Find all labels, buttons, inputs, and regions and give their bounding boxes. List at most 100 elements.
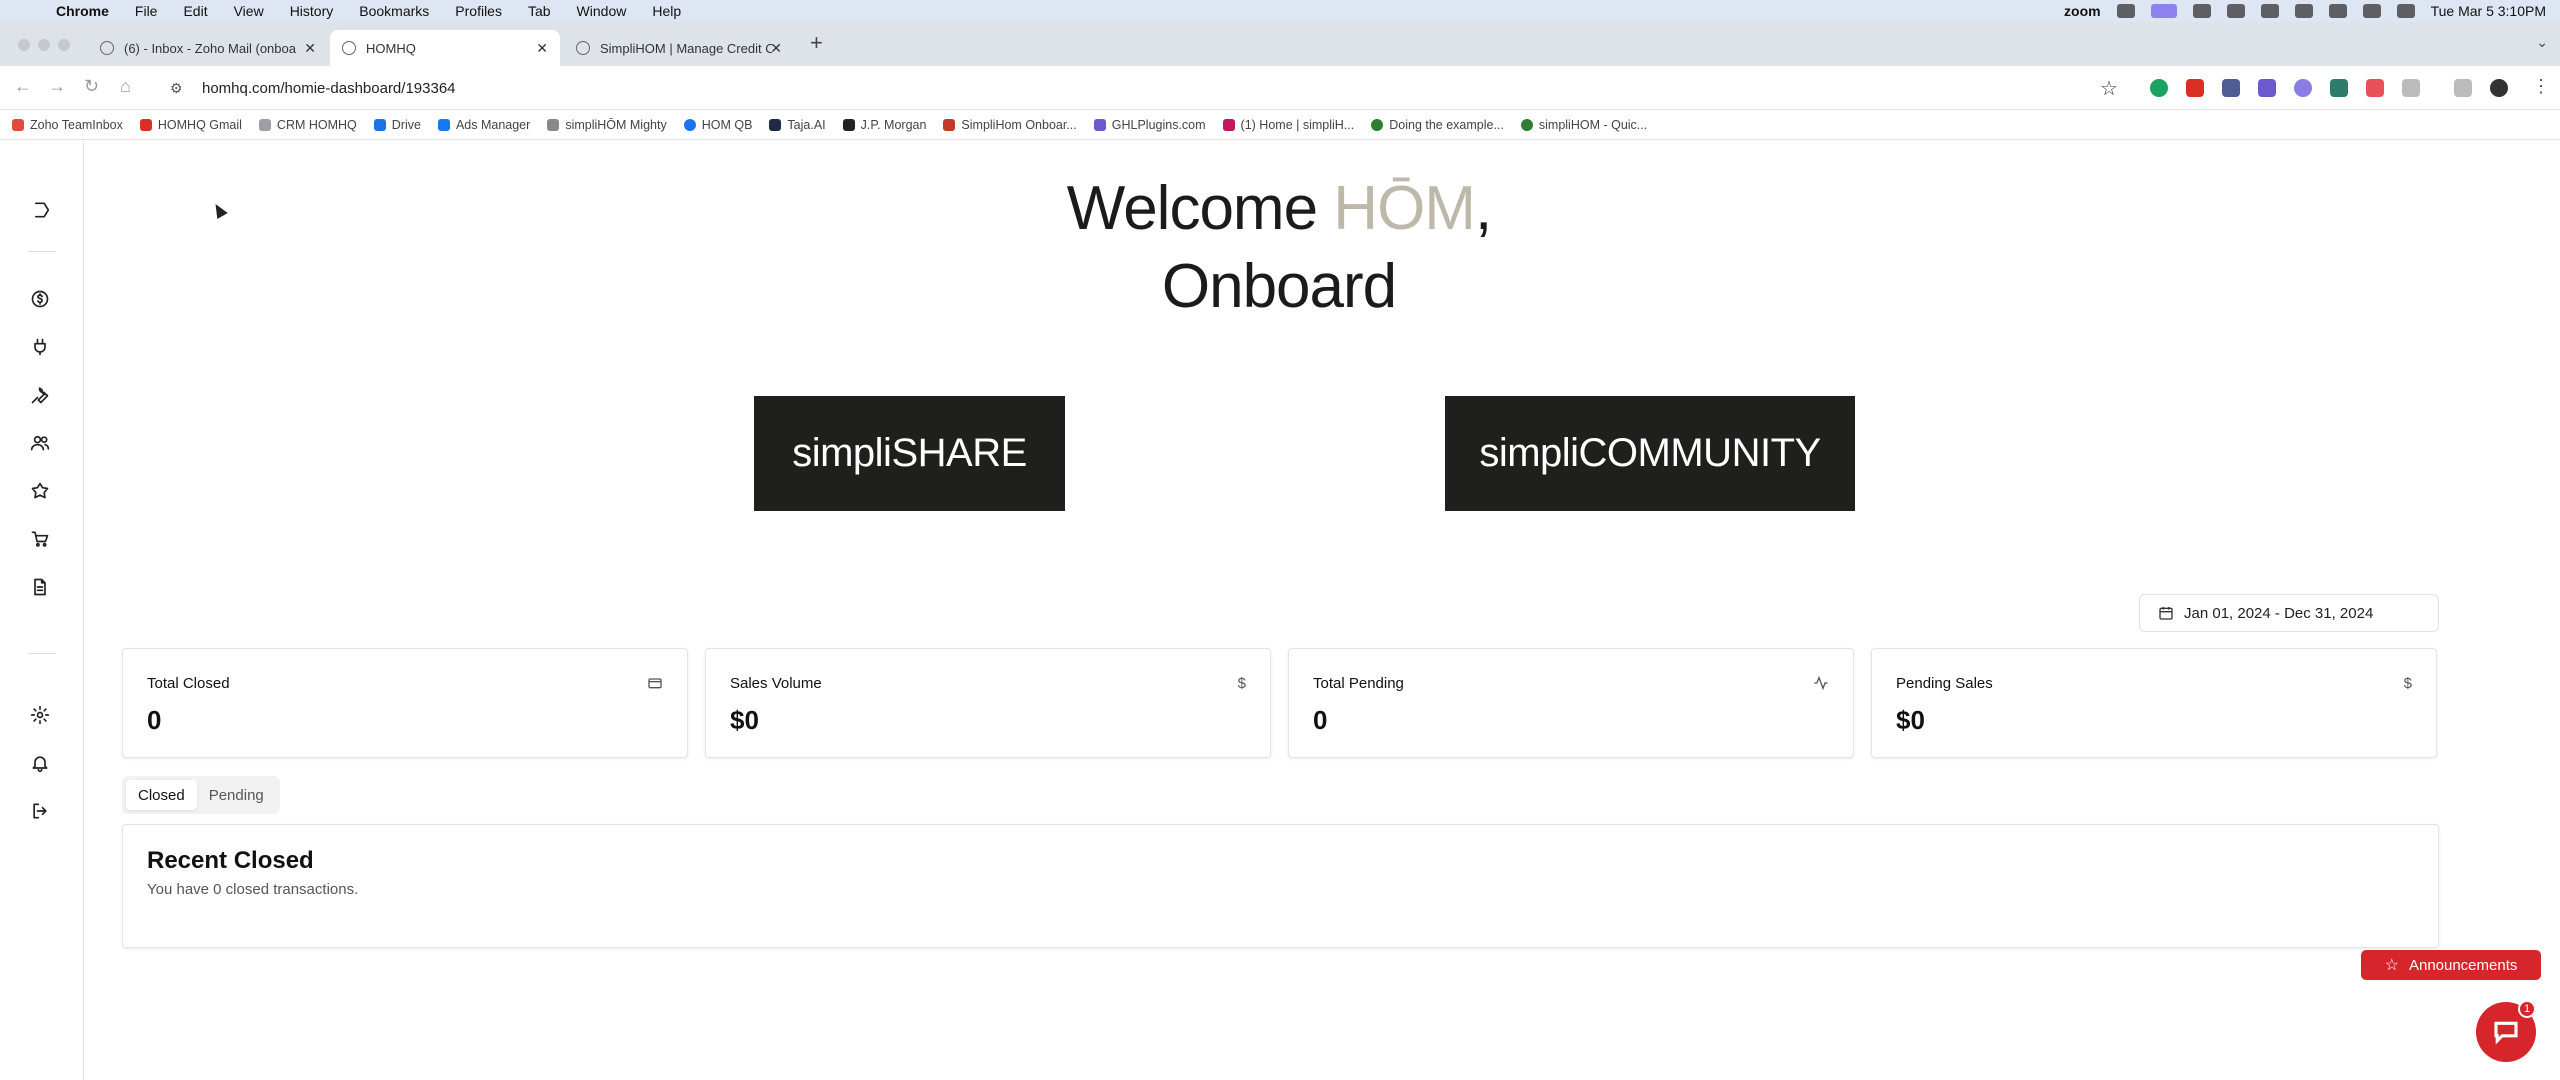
bookmark-item[interactable]: Zoho TeamInbox	[12, 118, 123, 132]
bell-icon[interactable]	[28, 751, 52, 775]
cart-icon[interactable]	[28, 527, 52, 551]
bookmark-item[interactable]: Taja.AI	[769, 118, 826, 132]
browser-tab-zoho-mail[interactable]: (6) - Inbox - Zoho Mail (onboa ✕	[88, 30, 328, 66]
announcements-button[interactable]: ☆ Announcements	[2361, 950, 2541, 980]
app-sidebar	[0, 141, 84, 1080]
extension-icon[interactable]	[2186, 79, 2204, 97]
close-window-button[interactable]	[18, 39, 30, 51]
bookmark-item[interactable]: simpliHOM - Quic...	[1520, 118, 1647, 132]
url-text[interactable]: homhq.com/homie-dashboard/193364	[202, 80, 456, 97]
bookmark-item[interactable]: simpliHŌM Mighty	[547, 118, 667, 132]
extension-icon[interactable]	[2330, 79, 2348, 97]
tray-icon[interactable]	[2116, 4, 2135, 18]
bookmark-item[interactable]: CRM HOMHQ	[258, 117, 357, 132]
bookmark-label: J.P. Morgan	[860, 117, 927, 132]
star-badge-icon[interactable]	[28, 479, 52, 503]
extension-icon[interactable]	[2258, 79, 2276, 97]
bookmark-favicon-icon	[12, 118, 24, 131]
menu-app-name[interactable]: Chrome	[56, 3, 109, 19]
forward-arrow-icon[interactable]: →	[48, 76, 66, 97]
bookmark-favicon-icon	[1520, 118, 1533, 131]
extension-icon[interactable]	[2294, 79, 2312, 97]
bookmark-item[interactable]: (1) Home | simpliH...	[1222, 118, 1354, 132]
chat-unread-badge: 1	[2518, 1000, 2536, 1018]
tab-pending[interactable]: Pending	[197, 780, 276, 810]
bookmark-item[interactable]: HOM QB	[683, 118, 752, 132]
close-tab-icon[interactable]: ✕	[770, 40, 782, 57]
card-title: Sales Volume	[730, 675, 822, 692]
wifi-icon[interactable]	[2328, 4, 2347, 18]
dollar-circle-icon[interactable]	[28, 287, 52, 311]
clock[interactable]: Tue Mar 5 3:10PM	[2431, 3, 2546, 19]
tab-label: SimpliHOM | Manage Credit C	[600, 40, 772, 56]
wrench-icon[interactable]	[28, 383, 52, 407]
new-tab-button[interactable]: +	[810, 30, 823, 56]
menu-file[interactable]: File	[135, 3, 158, 19]
bookmark-favicon-icon	[683, 118, 696, 131]
tray-icon[interactable]	[2226, 4, 2245, 18]
bookmark-item[interactable]: Drive	[373, 118, 421, 132]
bookmark-item[interactable]: J.P. Morgan	[842, 117, 927, 132]
extension-icon[interactable]	[2222, 79, 2240, 97]
search-icon[interactable]	[2362, 4, 2381, 18]
bookmark-favicon-icon	[373, 118, 386, 131]
date-range-picker[interactable]: Jan 01, 2024 - Dec 31, 2024	[2139, 594, 2439, 632]
zoom-status[interactable]: zoom	[2064, 3, 2101, 19]
menu-view[interactable]: View	[234, 3, 264, 19]
control-center-icon[interactable]	[2396, 4, 2415, 18]
extension-icon[interactable]	[2366, 79, 2384, 97]
profile-avatar[interactable]	[2490, 79, 2508, 97]
logout-icon[interactable]	[28, 799, 52, 823]
minimize-window-button[interactable]	[38, 39, 50, 51]
card-title: Pending Sales	[1896, 675, 1993, 692]
menu-help[interactable]: Help	[652, 3, 681, 19]
close-tab-icon[interactable]: ✕	[536, 40, 548, 57]
bookmark-label: CRM HOMHQ	[276, 117, 357, 132]
bookmark-star-icon[interactable]: ☆	[2100, 76, 2118, 101]
simplishare-button[interactable]: simpliSHARE	[754, 396, 1065, 511]
screen-share-icon[interactable]	[2150, 4, 2177, 18]
browser-tab-homhq[interactable]: HOMHQ ✕	[330, 30, 560, 66]
menu-profiles[interactable]: Profiles	[455, 3, 502, 19]
puzzle-extensions-icon[interactable]	[2402, 79, 2420, 97]
sidebar-divider	[28, 251, 56, 252]
bookmark-item[interactable]: GHLPlugins.com	[1093, 118, 1206, 132]
bookmark-favicon-icon	[769, 118, 782, 131]
menu-window[interactable]: Window	[577, 3, 627, 19]
home-icon[interactable]: ⌂	[120, 76, 131, 97]
menu-bookmarks[interactable]: Bookmarks	[359, 3, 429, 19]
tray-icon[interactable]	[2192, 4, 2211, 18]
plug-icon[interactable]	[28, 335, 52, 359]
tab-closed[interactable]: Closed	[126, 780, 197, 810]
close-tab-icon[interactable]: ✕	[304, 40, 316, 57]
browser-tab-simplihom[interactable]: SimpliHOM | Manage Credit C ✕	[564, 30, 794, 66]
chat-widget-button[interactable]: 1	[2476, 1000, 2536, 1062]
bookmark-item[interactable]: Doing the example...	[1371, 118, 1504, 132]
gear-icon[interactable]	[28, 703, 52, 727]
site-info-icon[interactable]: ⚙	[170, 80, 192, 97]
simplicommunity-button[interactable]: simpliCOMMUNITY	[1445, 396, 1855, 511]
address-bar[interactable]: ⚙ homhq.com/homie-dashboard/193364	[160, 72, 2130, 104]
bookmark-item[interactable]: Ads Manager	[437, 118, 530, 132]
menu-history[interactable]: History	[290, 3, 334, 19]
card-value: $0	[1896, 705, 1925, 735]
bookmark-label: SimpliHom Onboar...	[961, 117, 1077, 132]
side-panel-icon[interactable]	[2454, 79, 2472, 97]
back-arrow-icon[interactable]: ←	[14, 76, 32, 97]
bookmark-item[interactable]: SimpliHom Onboar...	[943, 117, 1077, 132]
more-menu-icon[interactable]: ⋮	[2532, 76, 2550, 97]
bookmark-item[interactable]: HOMHQ Gmail	[139, 118, 242, 132]
zoom-window-button[interactable]	[58, 39, 70, 51]
tray-icon[interactable]	[2260, 4, 2279, 18]
welcome-heading: Welcome HŌM, Onboard	[84, 170, 2474, 326]
menu-tab[interactable]: Tab	[528, 3, 551, 19]
logo-icon[interactable]	[28, 198, 52, 222]
users-icon[interactable]	[28, 431, 52, 455]
bookmark-favicon-icon	[437, 118, 450, 131]
tab-search-chevron-icon[interactable]: ⌄	[2536, 34, 2548, 51]
reload-icon[interactable]: ↻	[84, 76, 99, 97]
battery-icon[interactable]	[2294, 4, 2313, 18]
extension-icon[interactable]	[2150, 79, 2168, 97]
document-icon[interactable]	[28, 575, 52, 599]
menu-edit[interactable]: Edit	[183, 3, 207, 19]
